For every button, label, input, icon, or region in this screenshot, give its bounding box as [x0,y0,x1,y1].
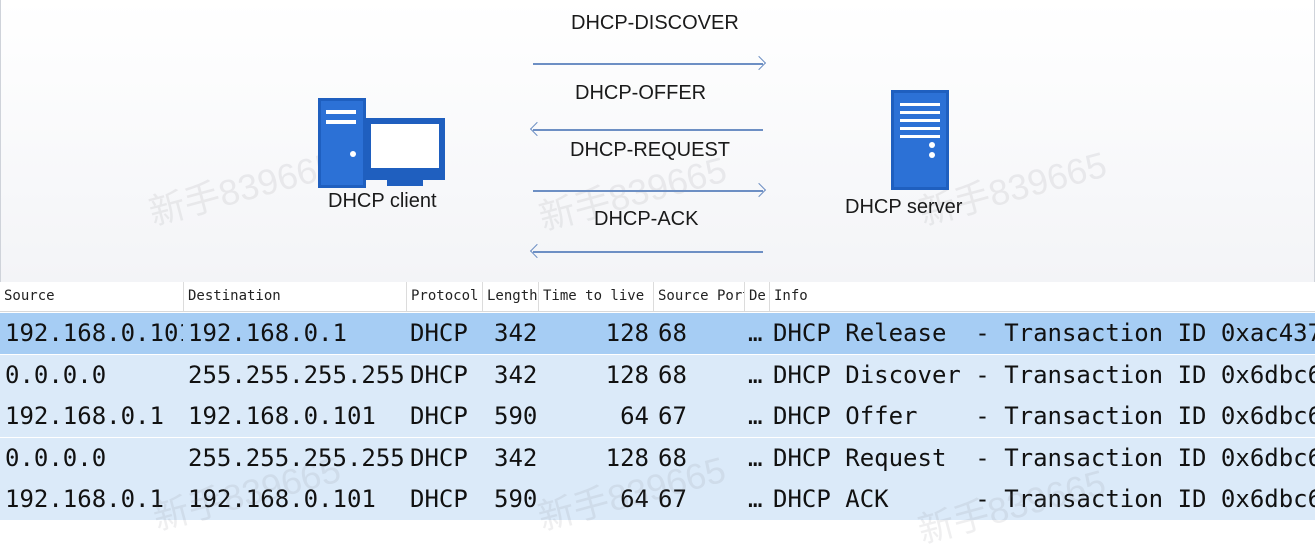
cell-info: DHCP ACK - Transaction ID 0x6dbc609a [773,485,1315,514]
cell-src-port: 67 [658,485,687,514]
column-header-protocol[interactable]: Protocol [406,282,482,311]
column-header-destination[interactable]: Destination [183,282,406,311]
message-offer: DHCP-OFFER [575,82,707,104]
dhcp-diagram: 新手839665 新手839665 新手839665 DHCP-DISCOVER… [0,0,1315,282]
cell-de: … [748,319,763,347]
cell-src-port: 67 [658,402,687,431]
arrow-to-server [533,190,763,192]
cell-de: … [748,402,763,431]
packet-row[interactable]: 0.0.0.0 255.255.255.255 DHCP 342 128 68 … DHCP … [0,437,1315,479]
column-header-source[interactable]: Source [0,282,183,311]
cell-src-port: 68 [658,360,687,389]
column-header-destination-port[interactable]: De [744,282,769,311]
message-discover: DHCP-DISCOVER [571,12,739,34]
cell-ttl: 64 [620,485,649,514]
arrow-to-server [533,63,763,65]
cell-src-port: 68 [658,443,687,472]
message-ack: DHCP-ACK [594,208,699,230]
desktop-computer-icon [318,98,445,188]
cell-de: … [748,360,763,389]
cell-info: DHCP Offer - Transaction ID 0x6dbc609a [773,402,1315,431]
cell-length: 590 [494,402,538,431]
cell-ttl: 64 [620,402,649,431]
cell-destination: 255.255.255.255 [188,360,405,389]
cell-destination: 192.168.0.101 [188,402,376,431]
watermark: 新手839665 [144,143,341,234]
packet-row[interactable]: 192.168.0.1 192.168.0.101 DHCP 590 64 67 … DHCP… [0,479,1315,521]
client-label: DHCP client [328,190,437,212]
column-header-ttl[interactable]: Time to live [538,282,653,311]
cell-source: 192.168.0.1 [5,485,164,514]
cell-info: DHCP Discover - Transaction ID 0x6dbc609… [773,360,1315,389]
cell-length: 342 [494,443,538,472]
cell-destination: 192.168.0.101 [188,485,376,514]
cell-source: 192.168.0.101 [5,319,183,347]
server-icon [891,90,949,190]
cell-ttl: 128 [605,360,649,389]
cell-source: 0.0.0.0 [5,360,107,389]
cell-length: 342 [494,360,538,389]
arrow-to-client [533,129,763,131]
column-header-source-port[interactable]: Source Port [653,282,744,311]
cell-protocol: DHCP [410,443,468,472]
packet-row[interactable]: 0.0.0.0 255.255.255.255 DHCP 342 128 68 … DHCP … [0,354,1315,396]
column-header-length[interactable]: Length [482,282,538,311]
cell-protocol: DHCP [410,485,468,514]
cell-length: 590 [494,485,538,514]
cell-source: 192.168.0.1 [5,402,164,431]
cell-de: … [748,485,763,514]
cell-info: DHCP Release - Transaction ID 0xac437e19 [773,319,1315,347]
cell-protocol: DHCP [410,402,468,431]
message-request: DHCP-REQUEST [570,139,731,161]
cell-destination: 192.168.0.1 [188,319,347,347]
packet-row[interactable]: 192.168.0.1 192.168.0.101 DHCP 590 64 67 … DHCP… [0,396,1315,438]
cell-ttl: 128 [605,319,649,347]
cell-destination: 255.255.255.255 [188,443,405,472]
cell-source: 0.0.0.0 [5,443,107,472]
cell-info: DHCP Request - Transaction ID 0x6dbc609a [773,443,1315,472]
column-header-info[interactable]: Info [769,282,1315,311]
packet-list[interactable]: Source Destination Protocol Length Time … [0,282,1315,551]
cell-ttl: 128 [605,443,649,472]
cell-protocol: DHCP [410,360,468,389]
packet-row[interactable]: 192.168.0.101 192.168.0.1 DHCP 342 128 68 … DHC… [0,313,1315,354]
packet-list-header: Source Destination Protocol Length Time … [0,282,1315,312]
server-label: DHCP server [845,196,963,218]
cell-protocol: DHCP [410,319,468,347]
arrow-to-client [533,251,763,253]
cell-de: … [748,443,763,472]
cell-src-port: 68 [658,319,687,347]
cell-length: 342 [494,319,538,347]
